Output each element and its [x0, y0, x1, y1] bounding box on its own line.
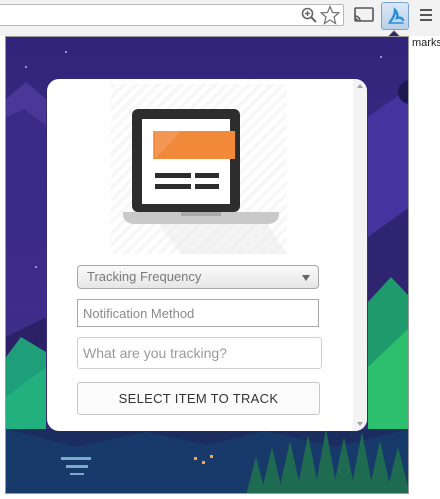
card-scrollbar[interactable] [353, 79, 367, 431]
address-bar[interactable] [0, 4, 344, 26]
cast-icon[interactable] [354, 7, 374, 23]
laptop-icon [123, 109, 287, 254]
tracking-frequency-value: Tracking Frequency [87, 269, 202, 284]
zoom-icon[interactable] [300, 6, 318, 24]
select-item-button[interactable]: SELECT ITEM TO TRACK [77, 382, 320, 415]
bookmarks-bar-label[interactable]: marks [412, 37, 440, 49]
star-icon[interactable] [320, 5, 340, 25]
tracking-item-input[interactable] [77, 337, 322, 369]
tracking-frequency-select[interactable]: Tracking Frequency [77, 265, 319, 289]
chevron-down-icon [302, 275, 310, 281]
tracking-form-card: Tracking Frequency SELECT ITEM TO TRACK [47, 79, 367, 431]
scroll-up-icon[interactable] [357, 84, 363, 88]
scroll-down-icon[interactable] [357, 422, 363, 426]
menu-icon[interactable] [420, 9, 432, 22]
illustration-panel [111, 84, 287, 254]
notification-method-field[interactable] [77, 299, 319, 327]
tracker-extension-button[interactable] [381, 2, 409, 30]
tracker-extension-icon [388, 7, 405, 24]
extension-popup: Tracking Frequency SELECT ITEM TO TRACK [5, 36, 409, 494]
browser-toolbar [0, 0, 440, 36]
